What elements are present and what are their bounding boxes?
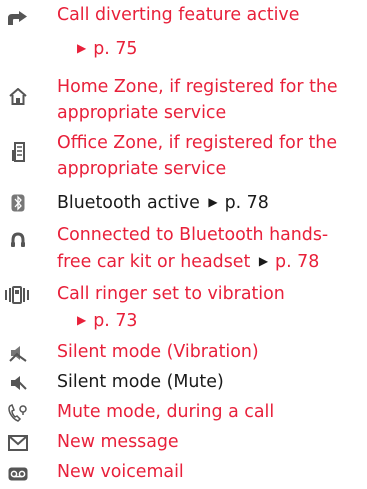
- silent-vibration-icon: [6, 343, 30, 363]
- voicemail-icon: [6, 464, 30, 484]
- item-label: Silent mode (Mute): [57, 372, 224, 392]
- arrow-right-icon: ▶: [77, 313, 87, 327]
- item-label: Home Zone, if registered for the: [57, 77, 338, 97]
- mute-call-icon: [6, 403, 30, 423]
- item-label: Connected to Bluetooth hands-: [57, 225, 329, 245]
- page-reference[interactable]: ▶ p. 78: [256, 252, 319, 272]
- item-label: Call diverting feature active: [57, 5, 300, 25]
- item-label-continued: appropriate service: [57, 159, 227, 179]
- item-label: Mute mode, during a call: [57, 402, 275, 422]
- office-zone-icon: [6, 142, 30, 162]
- arrow-right-icon: ▶: [77, 41, 87, 55]
- item-label-continued: free car kit or headset ▶ p. 78: [57, 252, 320, 272]
- item-label-continued: appropriate service: [57, 103, 227, 123]
- item-label: New voicemail: [57, 462, 184, 482]
- item-label: Office Zone, if registered for the: [57, 133, 338, 153]
- arrow-right-icon: ▶: [258, 254, 269, 268]
- page-reference[interactable]: ▶ p. 73: [77, 307, 137, 334]
- item-label: Call ringer set to vibration: [57, 284, 285, 304]
- headset-icon: [6, 230, 30, 250]
- vibration-icon: [2, 285, 32, 305]
- bluetooth-icon: [6, 193, 30, 213]
- arrow-right-icon: ▶: [208, 195, 218, 209]
- page-reference[interactable]: ▶ p. 75: [77, 35, 137, 62]
- item-label: Silent mode (Vibration): [57, 342, 259, 362]
- page-reference[interactable]: ▶ p. 78: [205, 193, 268, 213]
- home-zone-icon: [6, 86, 30, 106]
- item-label: New message: [57, 432, 179, 452]
- item-label: Bluetooth active ▶ p. 78: [57, 193, 269, 213]
- silent-mute-icon: [6, 373, 30, 393]
- call-divert-icon: [6, 8, 30, 28]
- envelope-icon: [6, 433, 30, 453]
